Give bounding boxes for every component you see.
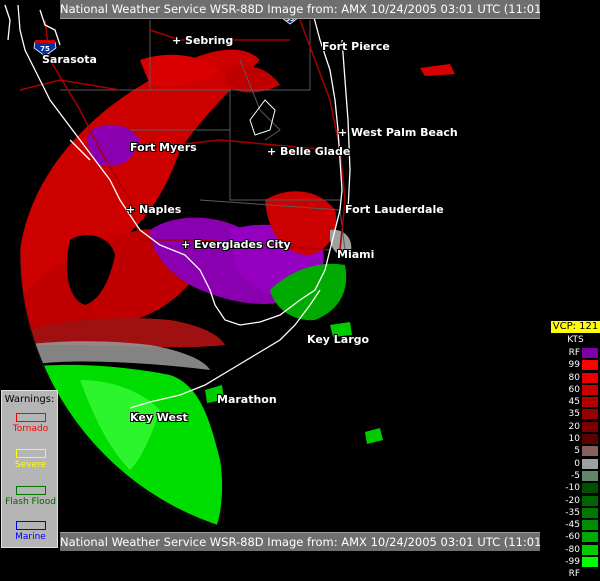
scale-color-swatch: [582, 470, 598, 481]
scale-value-label: -35: [565, 507, 580, 518]
city-everglades-city: + Everglades City: [181, 238, 291, 251]
scale-value-label: 20: [568, 421, 580, 432]
warning-severe-label: Severe: [14, 460, 47, 470]
scale-value-label: 10: [568, 434, 580, 445]
radar-map-svg: 75 95: [4, 4, 455, 530]
warning-marine-label: Marine: [15, 532, 46, 542]
scale-value-label: -60: [565, 532, 580, 543]
warning-severe-swatch: [15, 449, 46, 458]
scale-row: -5: [551, 470, 600, 482]
city-west-palm-beach: + West Palm Beach: [338, 126, 458, 139]
scale-color-swatch: [582, 397, 598, 408]
scale-value-label: -20: [565, 495, 580, 506]
scale-color-swatch: [582, 557, 598, 568]
scale-row: 45: [551, 396, 600, 408]
city-naples: + Naples: [126, 203, 182, 216]
scale-row: 35: [551, 408, 600, 420]
scale-color-swatch: [582, 372, 598, 383]
scale-value-label: 80: [568, 372, 580, 383]
scale-color-swatch: [582, 409, 598, 420]
city-key-west: Key West: [130, 411, 188, 424]
scale-row: 5: [551, 445, 600, 457]
scale-value-label: -5: [571, 470, 580, 481]
velocity-scale: RF 99 80 60 45 35 20 10 5 0 -5 -10 -20 -35 -45 -60 -80 -9…: [551, 347, 600, 581]
city-fort-lauderdale: Fort Lauderdale: [345, 203, 444, 216]
scale-row: -45: [551, 519, 600, 531]
scale-row: -35: [551, 507, 600, 519]
scale-value-label: 60: [568, 384, 580, 395]
scale-color-swatch: [582, 507, 598, 518]
warning-marine-swatch: [15, 521, 46, 530]
warning-flash-flood-label: Flash Flood: [5, 497, 56, 507]
warning-tornado-label: Tornado: [12, 424, 49, 434]
scale-color-swatch: [582, 360, 598, 371]
scale-color-swatch: [582, 495, 598, 506]
city-belle-glade: + Belle Glade: [267, 145, 351, 158]
scale-color-swatch: [582, 434, 598, 445]
warning-tornado-swatch: [15, 413, 46, 422]
city-fort-myers: Fort Myers: [130, 141, 197, 154]
i75-shield-text: 75: [40, 45, 50, 53]
scale-value-label: -99: [565, 557, 580, 568]
header-bar: National Weather Service WSR-88D Image f…: [60, 0, 540, 19]
red-cells-fort-pierce: [420, 64, 455, 76]
radar-map: 75 95 + Sebring Sarasota Fort Pierce + W…: [0, 0, 600, 580]
scale-row: RF: [551, 347, 600, 359]
vcp-label: VCP: 121: [551, 321, 600, 333]
scale-row: -60: [551, 531, 600, 543]
red-cells-northeast: [225, 65, 280, 93]
units-label: KTS: [567, 335, 584, 345]
scale-color-swatch: [582, 384, 598, 395]
scale-color-swatch: [582, 532, 598, 543]
scale-row: 60: [551, 384, 600, 396]
scale-value-label: 5: [574, 446, 580, 457]
warnings-legend: Warnings: Tornado Severe Flash Flood Mar…: [1, 390, 58, 548]
scale-row: -20: [551, 495, 600, 507]
city-miami: Miami: [337, 248, 375, 261]
scale-color-swatch: [582, 520, 598, 531]
scale-row: -10: [551, 482, 600, 494]
scale-color-swatch: [582, 421, 598, 432]
footer-bar: National Weather Service WSR-88D Image f…: [60, 532, 540, 551]
scale-value-label: RF: [568, 569, 580, 580]
scale-value-label: -45: [565, 520, 580, 531]
warnings-title: Warnings:: [4, 394, 55, 405]
warning-flash-flood-swatch: [15, 486, 46, 495]
scale-row: 99: [551, 359, 600, 371]
scale-row: 20: [551, 421, 600, 433]
scale-value-label: 35: [568, 409, 580, 420]
scale-value-label: -10: [565, 483, 580, 494]
scale-value-label: 0: [574, 458, 580, 469]
scale-value-label: RF: [568, 348, 580, 358]
city-sebring: + Sebring: [172, 34, 234, 47]
scale-color-swatch: [582, 348, 598, 358]
scale-value-label: 45: [568, 397, 580, 408]
scale-row: 0: [551, 458, 600, 470]
scale-color-swatch: [582, 483, 598, 494]
scale-color-swatch: [582, 458, 598, 469]
warning-tornado: Tornado: [2, 413, 59, 434]
city-fort-pierce: Fort Pierce: [322, 40, 390, 53]
scale-color-swatch: [582, 446, 598, 457]
scale-row: -99: [551, 556, 600, 568]
scale-color-swatch: [582, 569, 598, 580]
city-key-largo: Key Largo: [307, 333, 370, 346]
city-sarasota: Sarasota: [42, 53, 97, 66]
warning-flash-flood: Flash Flood: [2, 486, 59, 507]
scale-value-label: 99: [568, 360, 580, 371]
warning-severe: Severe: [2, 449, 59, 470]
scale-row: RF: [551, 568, 600, 580]
scale-row: 10: [551, 433, 600, 445]
warning-marine: Marine: [2, 521, 59, 542]
green-cells-southeast: [365, 428, 383, 444]
scale-row: 80: [551, 372, 600, 384]
city-marathon: Marathon: [217, 393, 277, 406]
